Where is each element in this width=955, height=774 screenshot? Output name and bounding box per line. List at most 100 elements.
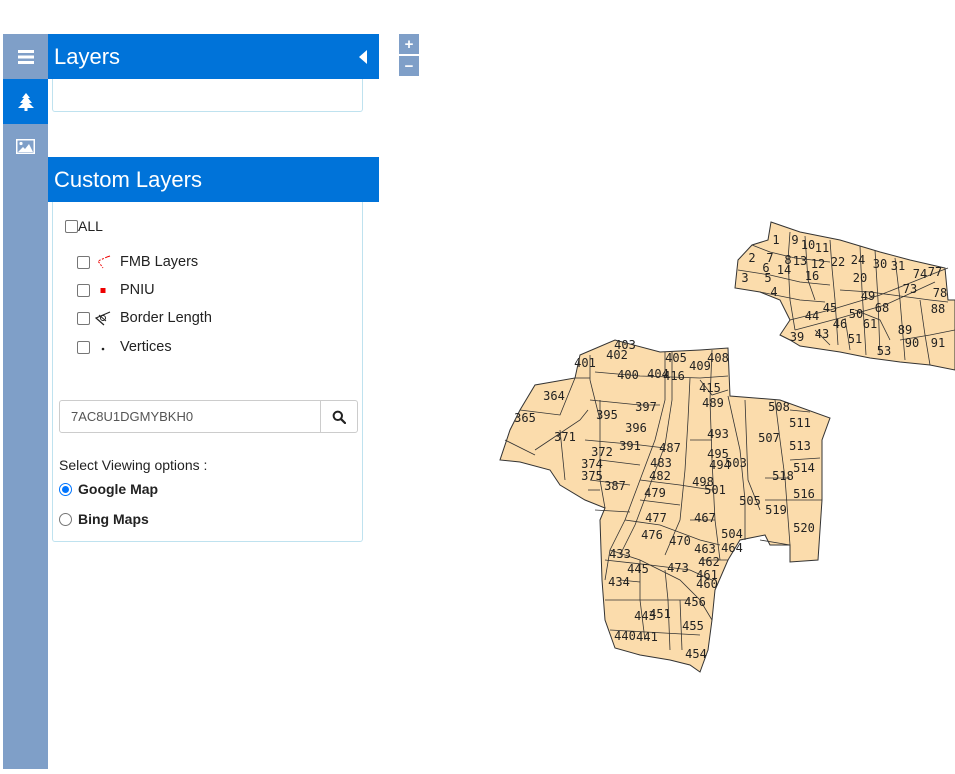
parcel-label: 487 xyxy=(659,441,681,455)
tree-icon xyxy=(17,92,34,111)
radio-google-map[interactable]: Google Map xyxy=(59,481,158,497)
parcel-label: 483 xyxy=(650,456,672,470)
parcel-label: 493 xyxy=(707,427,729,441)
parcel-label: 4 xyxy=(770,285,777,299)
map-canvas[interactable]: 1 9 10 11 2 7 8 13 12 22 24 30 31 6 14 16 3 5 20 74 77 4 73 78 4… xyxy=(420,0,955,769)
parcel-label: 5 xyxy=(764,271,771,285)
parcel-label: 489 xyxy=(702,396,724,410)
parcel-label: 24 xyxy=(851,253,865,267)
radio-bing-maps[interactable]: Bing Maps xyxy=(59,511,149,527)
layer-checkbox[interactable] xyxy=(77,255,90,269)
parcel-label: 91 xyxy=(931,336,945,350)
parcel-label: 387 xyxy=(604,479,626,493)
parcel-label: 433 xyxy=(609,547,631,561)
all-layers-toggle[interactable]: ALL xyxy=(65,218,103,234)
layer-label: FMB Layers xyxy=(120,254,199,270)
parcel-label: 49 xyxy=(861,289,875,303)
layer-label: Border Length xyxy=(120,310,212,326)
parcel-label: 516 xyxy=(793,487,815,501)
parcel-label: 467 xyxy=(694,511,716,525)
layer-item-vertices[interactable]: Vertices xyxy=(77,338,172,356)
layer-label: PNIU xyxy=(120,282,155,298)
all-checkbox[interactable] xyxy=(65,219,78,233)
image-icon xyxy=(16,139,35,154)
parcel-label: 464 xyxy=(721,541,743,555)
all-label: ALL xyxy=(78,218,103,234)
parcel-label: 3 xyxy=(741,271,748,285)
parcel-label: 503 xyxy=(725,456,747,470)
search-icon xyxy=(332,410,346,424)
parcel-label: 455 xyxy=(682,619,704,633)
parcel-label: 364 xyxy=(543,389,565,403)
parcel-label: 400 xyxy=(617,368,639,382)
parcel-label: 513 xyxy=(789,439,811,453)
parcel-label: 20 xyxy=(853,271,867,285)
parcel-label: 440 xyxy=(614,629,636,643)
parcel-label: 365 xyxy=(514,411,536,425)
parcel-label: 401 xyxy=(574,356,596,370)
parcel-label: 371 xyxy=(554,430,576,444)
parcel-label: 73 xyxy=(903,282,917,296)
search-input[interactable] xyxy=(60,401,320,432)
parcel-label: 520 xyxy=(793,521,815,535)
cadastral-map[interactable]: 1 9 10 112 7 8 13 12 22 24 30 316 14 163 5 20 74 774 73 784… xyxy=(420,0,955,769)
parcel-label: 375 xyxy=(581,469,603,483)
radio-button[interactable] xyxy=(59,482,72,496)
border-length-icon xyxy=(94,311,111,326)
parcel-label: 61 xyxy=(863,317,877,331)
menu-button[interactable] xyxy=(3,34,48,79)
parcel-label: 88 xyxy=(931,302,945,316)
parcel-label: 451 xyxy=(649,607,671,621)
parcel-label: 2 xyxy=(748,251,755,265)
radio-button[interactable] xyxy=(59,512,72,526)
layer-item-pniu[interactable]: PNIU xyxy=(77,281,155,299)
parcel-label: 397 xyxy=(635,400,657,414)
parcel-label: 462 xyxy=(698,555,720,569)
red-square-icon xyxy=(100,288,106,293)
layers-list-box xyxy=(52,79,363,112)
basemap-tab-button[interactable] xyxy=(3,124,48,169)
parcel-label: 51 xyxy=(848,332,862,346)
zoom-out-button[interactable]: − xyxy=(399,56,419,76)
search-button[interactable] xyxy=(320,401,357,432)
layer-item-fmb[interactable]: FMB Layers xyxy=(77,253,198,271)
parcel-label: 507 xyxy=(758,431,780,445)
parcel-label: 68 xyxy=(875,301,889,315)
parcel-label: 50 xyxy=(849,307,863,321)
layers-panel: Layers Custom Layers ALL FMB Layers PNIU… xyxy=(48,34,379,542)
parcel-label: 454 xyxy=(685,647,707,661)
parcel-label: 396 xyxy=(625,421,647,435)
parcel-label: 441 xyxy=(636,630,658,644)
parcel-label: 408 xyxy=(707,351,729,365)
parcel-label: 508 xyxy=(768,400,790,414)
parcel-label: 16 xyxy=(805,269,819,283)
parcel-label: 511 xyxy=(789,416,811,430)
parcel-label: 74 xyxy=(913,267,927,281)
parcel-label: 39 xyxy=(790,330,804,344)
layer-checkbox[interactable] xyxy=(77,283,90,297)
zoom-in-button[interactable]: + xyxy=(399,34,419,54)
parcel-label: 504 xyxy=(721,527,743,541)
map-zoom-control: + − xyxy=(399,34,419,76)
viewing-options-label: Select Viewing options : xyxy=(59,457,208,473)
layer-checkbox[interactable] xyxy=(77,340,90,354)
layer-checkbox[interactable] xyxy=(77,311,90,325)
layers-tab-button[interactable] xyxy=(3,79,48,124)
parcel-label: 514 xyxy=(793,461,815,475)
parcel-label: 53 xyxy=(877,344,891,358)
parcel-label: 395 xyxy=(596,408,618,422)
parcel-label: 482 xyxy=(649,469,671,483)
fmb-line-icon xyxy=(97,255,111,269)
parcel-area-east[interactable] xyxy=(734,221,955,371)
parcel-label: 477 xyxy=(645,511,667,525)
parcel-label: 78 xyxy=(933,286,947,300)
parcel-label: 519 xyxy=(765,503,787,517)
caret-left-icon[interactable] xyxy=(359,49,367,64)
parcel-label: 45 xyxy=(823,301,837,315)
layer-item-border-length[interactable]: Border Length xyxy=(77,309,212,327)
parcel-label: 90 xyxy=(905,336,919,350)
parcel-label: 434 xyxy=(608,575,630,589)
parcel-label: 470 xyxy=(669,534,691,548)
parcel-label: 505 xyxy=(739,494,761,508)
parcel-label: 391 xyxy=(619,439,641,453)
